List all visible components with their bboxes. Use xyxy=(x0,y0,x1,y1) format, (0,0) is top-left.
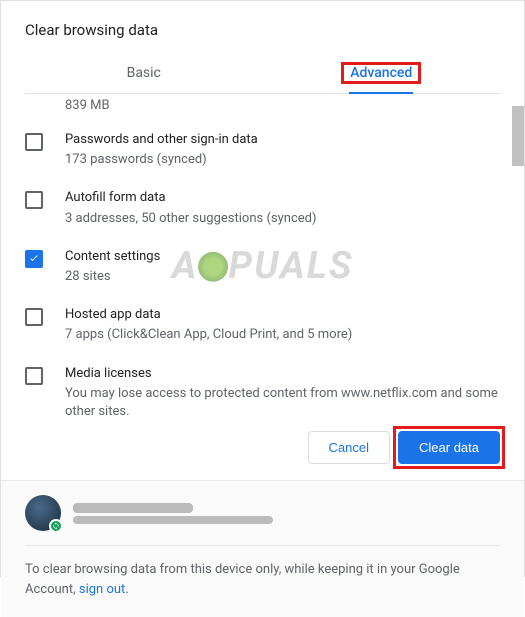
list-item[interactable]: Hosted app data 7 apps (Click&Clean App,… xyxy=(25,296,500,354)
checkbox-media-licenses[interactable] xyxy=(25,367,43,385)
item-text: Content settings 28 sites xyxy=(65,248,500,286)
item-sub: 28 sites xyxy=(65,268,500,286)
item-sub: 3 addresses, 50 other suggestions (synce… xyxy=(65,210,500,228)
checkbox-autofill[interactable] xyxy=(25,191,43,209)
item-title: Hosted app data xyxy=(65,306,500,324)
tab-advanced-label: Advanced xyxy=(342,63,420,83)
item-sub: You may lose access to protected content… xyxy=(65,385,500,419)
item-sub: 7 apps (Click&Clean App, Cloud Print, an… xyxy=(65,326,500,344)
item-text: Passwords and other sign-in data 173 pas… xyxy=(65,131,500,169)
list-item[interactable]: Content settings 28 sites xyxy=(25,238,500,296)
item-sub: 173 passwords (synced) xyxy=(65,151,500,169)
account-row xyxy=(25,495,500,546)
sync-badge-icon xyxy=(49,519,63,533)
item-text: Hosted app data 7 apps (Click&Clean App,… xyxy=(65,306,500,344)
item-text: Media licenses You may lose access to pr… xyxy=(65,365,500,420)
list-item[interactable]: Autofill form data 3 addresses, 50 other… xyxy=(25,179,500,237)
checkbox-hosted-app[interactable] xyxy=(25,308,43,326)
tab-advanced[interactable]: Advanced xyxy=(263,53,501,93)
list-item[interactable]: Passwords and other sign-in data 173 pas… xyxy=(25,121,500,179)
footer-text: To clear browsing data from this device … xyxy=(25,560,500,599)
item-title: Content settings xyxy=(65,248,500,266)
dialog-buttons: Cancel Clear data xyxy=(1,419,524,480)
scrollbar-thumb[interactable] xyxy=(512,106,524,166)
avatar xyxy=(25,495,61,531)
clear-data-highlight: Clear data xyxy=(398,431,500,464)
item-title: Autofill form data xyxy=(65,189,500,207)
footer-text-after: . xyxy=(125,582,128,597)
tab-basic[interactable]: Basic xyxy=(25,53,263,93)
dialog-title: Clear browsing data xyxy=(25,21,500,39)
checkbox-passwords[interactable] xyxy=(25,133,43,151)
cancel-button[interactable]: Cancel xyxy=(308,431,390,464)
dialog-header: Clear browsing data Basic Advanced xyxy=(1,1,524,94)
item-title: Media licenses xyxy=(65,365,500,383)
account-info-blurred xyxy=(73,500,500,527)
list-item[interactable]: Media licenses You may lose access to pr… xyxy=(25,355,500,420)
footer: To clear browsing data from this device … xyxy=(1,480,524,617)
sign-out-link[interactable]: sign out xyxy=(79,582,125,597)
clear-data-button[interactable]: Clear data xyxy=(398,431,500,464)
options-list: 839 MB Passwords and other sign-in data … xyxy=(1,94,524,419)
item-title: Passwords and other sign-in data xyxy=(65,131,500,149)
item-text: Autofill form data 3 addresses, 50 other… xyxy=(65,189,500,227)
partial-previous-item-sub: 839 MB xyxy=(25,94,500,121)
checkbox-content-settings[interactable] xyxy=(25,250,43,268)
tabs-bar: Basic Advanced xyxy=(25,53,500,94)
